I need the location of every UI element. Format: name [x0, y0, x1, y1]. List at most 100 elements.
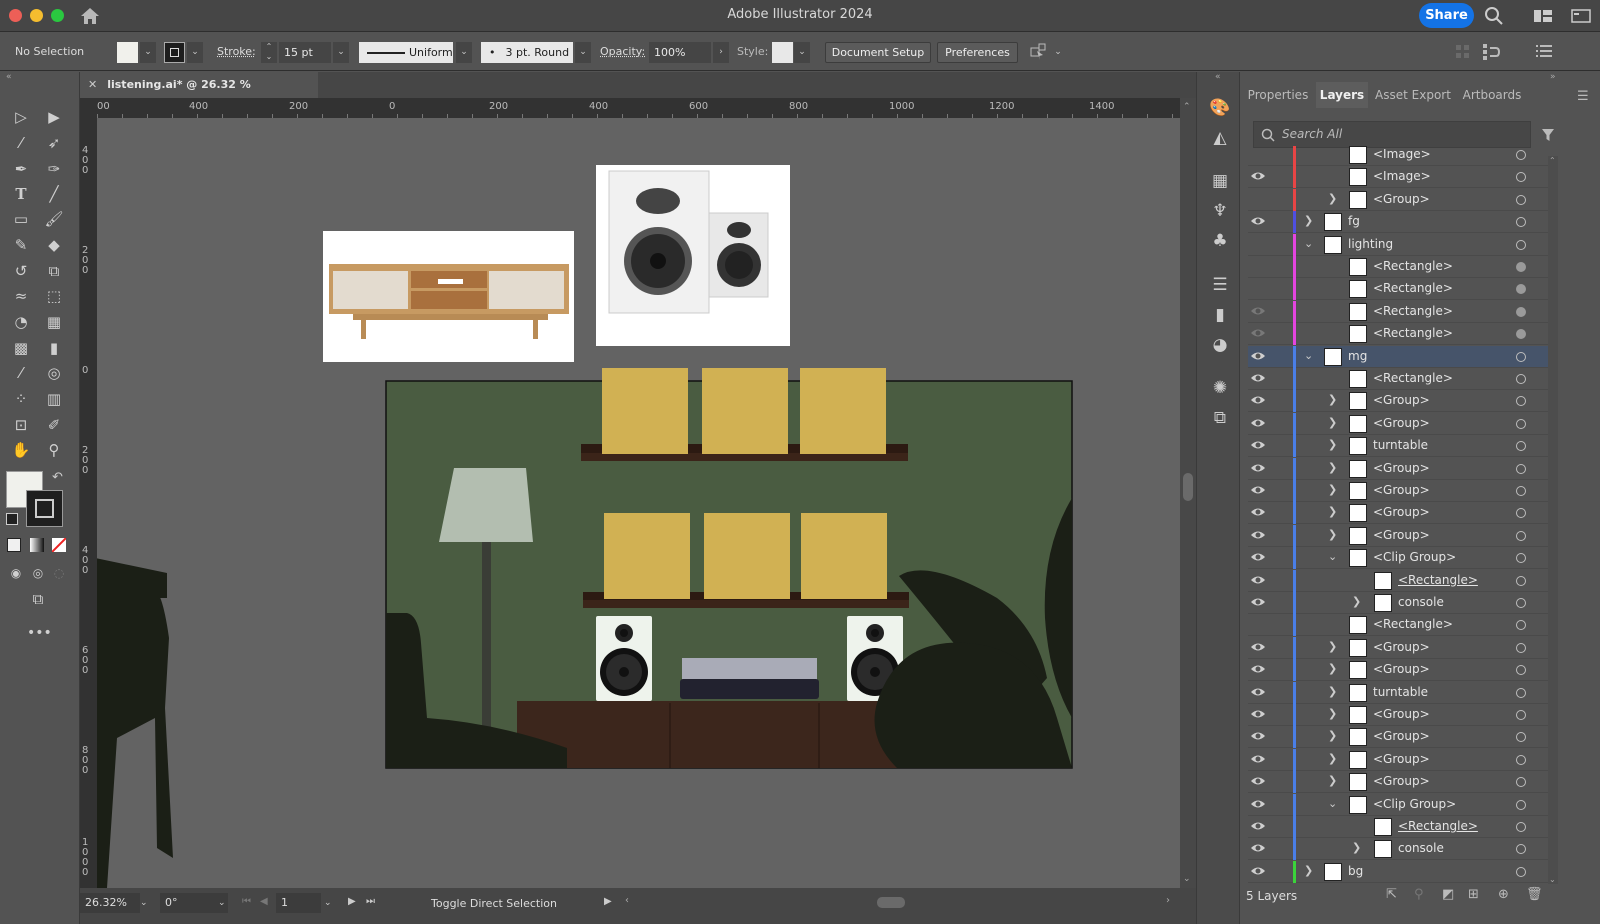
visibility-eye-icon[interactable] — [1250, 215, 1266, 227]
layer-row[interactable]: <Rectangle> — [1248, 256, 1548, 278]
layer-name[interactable]: <Group> — [1373, 662, 1430, 676]
layers-search-input[interactable]: Search All — [1253, 121, 1531, 148]
layer-row[interactable]: ❯ <Group> — [1248, 771, 1548, 794]
curvature-tool-icon[interactable]: ✑ — [43, 158, 65, 180]
layer-name[interactable]: <Group> — [1373, 393, 1430, 407]
stroke-swatch[interactable] — [164, 42, 185, 63]
target-circle-icon[interactable] — [1516, 172, 1526, 183]
filter-icon[interactable] — [1541, 128, 1555, 142]
appearance-icon[interactable]: ✺ — [1209, 377, 1231, 399]
make-clipping-mask-icon[interactable]: ◩ — [1442, 887, 1454, 902]
layer-name[interactable]: <Rectangle> — [1398, 819, 1478, 833]
collapse-chevron-icon[interactable]: ⌄ — [1304, 349, 1313, 362]
preferences-button[interactable]: Preferences — [937, 42, 1018, 63]
paintbrush-tool-icon[interactable]: 🖌 — [43, 208, 65, 230]
target-circle-icon[interactable] — [1516, 351, 1526, 362]
vertical-ruler[interactable]: 400 200 0 200 400 600 800 1000 — [80, 98, 97, 888]
visibility-eye-icon[interactable] — [1250, 842, 1266, 854]
target-circle-icon[interactable] — [1516, 799, 1526, 810]
zoom-level-field[interactable]: 26.32% — [80, 893, 140, 913]
layer-name[interactable]: console — [1398, 841, 1444, 855]
swap-fill-stroke-icon[interactable]: ↶ — [52, 470, 63, 485]
shaper-tool-icon[interactable]: ✎ — [10, 234, 32, 256]
collapse-chevron-icon[interactable]: ⌄ — [1328, 797, 1337, 810]
layer-row[interactable]: <Rectangle> — [1248, 300, 1548, 323]
canvas[interactable] — [97, 118, 1180, 888]
layer-row[interactable]: ❯ bg — [1248, 860, 1548, 883]
visibility-eye-icon[interactable] — [1250, 775, 1266, 787]
new-sublayer-icon[interactable]: ⊞ — [1468, 887, 1479, 902]
warp-tool-icon[interactable]: ≈ — [10, 285, 32, 307]
pen-tool-icon[interactable]: ✒ — [10, 158, 32, 180]
target-circle-icon[interactable] — [1516, 486, 1526, 496]
gradient-panel-icon[interactable]: ▮ — [1209, 304, 1231, 326]
layer-row[interactable]: <Rectangle> — [1248, 278, 1548, 301]
color-panel-icon[interactable]: 🎨 — [1209, 97, 1231, 119]
visibility-eye-icon[interactable] — [1250, 753, 1266, 765]
visibility-eye-icon[interactable] — [1250, 708, 1266, 720]
target-circle-icon[interactable] — [1516, 732, 1526, 743]
target-circle-icon[interactable] — [1516, 150, 1526, 160]
line-tool-icon[interactable]: ╱ — [43, 183, 65, 205]
panel-menu-icon[interactable] — [1536, 44, 1552, 58]
layer-row[interactable]: ❯ turntable — [1248, 435, 1548, 458]
layer-row[interactable]: ❯ console — [1248, 838, 1548, 861]
style-dropdown[interactable]: ⌄ — [794, 42, 810, 63]
target-circle-icon[interactable] — [1516, 463, 1526, 474]
layer-row[interactable]: ❯ <Group> — [1248, 480, 1548, 502]
horizontal-scrollbar[interactable]: ‹ › — [625, 893, 1170, 913]
direct-selection-tool-icon[interactable]: ▶ — [43, 106, 65, 128]
layer-name[interactable]: <Rectangle> — [1373, 617, 1453, 631]
stroke-stepper[interactable]: ⌃ ⌄ — [261, 42, 277, 63]
vertical-scroll-thumb[interactable] — [1183, 473, 1193, 501]
variable-width-profile[interactable]: Uniform — [359, 42, 453, 63]
layer-name[interactable]: <Group> — [1373, 461, 1430, 475]
layer-name[interactable]: bg — [1348, 864, 1363, 878]
layer-row[interactable]: ❯ <Group> — [1248, 502, 1548, 525]
expand-chevron-icon[interactable]: ❯ — [1328, 685, 1337, 698]
layers-scrollbar[interactable]: ⌃ ⌄ — [1548, 156, 1558, 884]
profile-dropdown[interactable]: ⌄ — [456, 42, 472, 63]
layer-row[interactable]: ❯ <Group> — [1248, 704, 1548, 726]
visibility-toggle[interactable] — [1250, 238, 1266, 250]
layer-row[interactable]: ❯ <Group> — [1248, 524, 1548, 547]
mesh-tool-icon[interactable]: ▩ — [10, 337, 32, 359]
collect-for-export-icon[interactable]: ⇱ — [1386, 887, 1397, 902]
panel-options-menu[interactable]: ☰ — [1577, 89, 1589, 104]
layer-name[interactable]: <Clip Group> — [1373, 550, 1456, 564]
visibility-eye-icon[interactable] — [1250, 641, 1266, 653]
layer-name[interactable]: <Rectangle> — [1373, 326, 1453, 340]
target-circle-icon[interactable] — [1516, 844, 1526, 855]
arrange-documents-icon[interactable] — [1029, 43, 1047, 61]
layer-row[interactable]: ⌄ mg — [1248, 345, 1548, 368]
expand-chevron-icon[interactable]: ❯ — [1328, 774, 1337, 787]
expand-chevron-icon[interactable]: ❯ — [1328, 662, 1337, 675]
expand-chevron-icon[interactable]: ❯ — [1352, 595, 1361, 608]
layer-name[interactable]: <Group> — [1373, 774, 1430, 788]
shape-builder-tool-icon[interactable]: ◔ — [10, 311, 32, 333]
target-circle-icon[interactable] — [1516, 665, 1526, 676]
zoom-dropdown[interactable]: ⌄ — [140, 893, 148, 908]
collapse-chevron-icon[interactable]: ⌄ — [1328, 550, 1337, 563]
visibility-eye-icon[interactable] — [1250, 820, 1266, 832]
locate-object-icon[interactable]: ⚲ — [1414, 887, 1424, 902]
symbol-sprayer-tool-icon[interactable]: ⁘ — [10, 388, 32, 410]
magic-wand-tool-icon[interactable]: ⁄ — [10, 132, 32, 154]
perspective-grid-tool-icon[interactable]: ▦ — [43, 311, 65, 333]
expand-chevron-icon[interactable]: ❯ — [1304, 214, 1313, 227]
target-circle-icon[interactable] — [1516, 306, 1526, 317]
layer-name[interactable]: <Rectangle> — [1373, 259, 1453, 273]
target-circle-icon[interactable] — [1516, 396, 1526, 407]
layer-row[interactable]: <Rectangle> — [1248, 368, 1548, 390]
visibility-eye-icon[interactable] — [1250, 170, 1266, 182]
document-setup-button[interactable]: Document Setup — [825, 42, 931, 63]
target-circle-icon[interactable] — [1516, 754, 1526, 765]
expand-chevron-icon[interactable]: ❯ — [1352, 841, 1361, 854]
layer-name[interactable]: console — [1398, 595, 1444, 609]
expand-chevron-icon[interactable]: ❯ — [1328, 707, 1337, 720]
layer-row[interactable]: ❯ <Group> — [1248, 457, 1548, 480]
layer-name[interactable]: fg — [1348, 214, 1360, 228]
layer-row[interactable]: ❯ <Group> — [1248, 659, 1548, 682]
stroke-panel-icon[interactable]: ☰ — [1209, 274, 1231, 296]
brushes-icon[interactable]: ♆ — [1209, 200, 1231, 222]
